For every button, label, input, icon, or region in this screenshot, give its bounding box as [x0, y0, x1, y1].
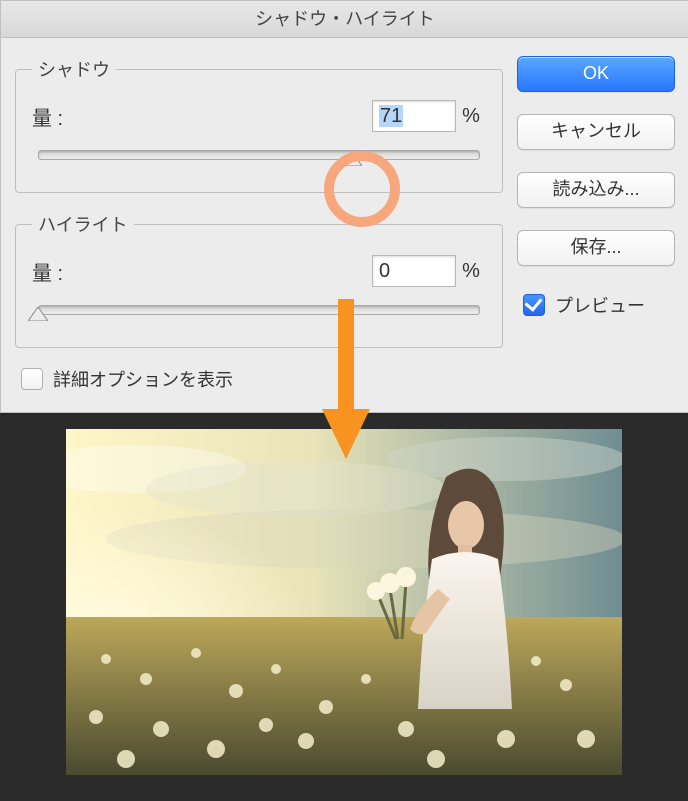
shadow-amount-row: 量 : 71 %: [32, 100, 486, 132]
shadow-group: シャドウ 量 : 71 %: [15, 56, 503, 193]
shadow-slider-thumb[interactable]: [342, 152, 362, 166]
highlight-amount-label: 量 :: [32, 257, 372, 286]
preview-label: プレビュー: [555, 292, 645, 318]
show-more-checkbox[interactable]: [21, 368, 43, 390]
highlight-slider[interactable]: [32, 301, 486, 325]
cancel-button[interactable]: キャンセル: [517, 114, 675, 150]
preview-area: [0, 413, 688, 801]
dialog: シャドウ・ハイライト シャドウ 量 : 71 %: [0, 0, 688, 413]
load-button[interactable]: 読み込み...: [517, 172, 675, 208]
show-more-label: 詳細オプションを表示: [53, 366, 233, 392]
highlight-slider-thumb[interactable]: [28, 307, 48, 321]
preview-checkbox[interactable]: [523, 294, 545, 316]
dialog-title: シャドウ・ハイライト: [1, 1, 688, 38]
preview-image-svg: [66, 429, 622, 775]
shadow-amount-label: 量 :: [32, 102, 372, 131]
show-more-row: 詳細オプションを表示: [21, 366, 503, 392]
shadow-slider-track: [38, 150, 480, 160]
highlight-legend: ハイライト: [32, 211, 134, 237]
controls-column: シャドウ 量 : 71 % ハイライト 量 :: [15, 56, 503, 402]
shadow-legend: シャドウ: [32, 56, 116, 82]
shadow-amount-input[interactable]: 71: [372, 100, 456, 132]
highlight-amount-row: 量 : 0 %: [32, 255, 486, 287]
highlight-amount-input[interactable]: 0: [372, 255, 456, 287]
ok-button[interactable]: OK: [517, 56, 675, 92]
highlight-group: ハイライト 量 : 0 %: [15, 211, 503, 348]
shadow-amount-unit: %: [456, 105, 486, 128]
shadow-amount-value: 71: [379, 105, 403, 127]
highlight-slider-track: [38, 305, 480, 315]
dialog-body: シャドウ 量 : 71 % ハイライト 量 :: [1, 38, 688, 412]
highlight-amount-unit: %: [456, 260, 486, 283]
preview-row: プレビュー: [523, 292, 675, 318]
save-button[interactable]: 保存...: [517, 230, 675, 266]
preview-image: [66, 429, 622, 775]
button-column: OK キャンセル 読み込み... 保存... プレビュー: [517, 56, 675, 402]
shadow-slider[interactable]: [32, 146, 486, 170]
